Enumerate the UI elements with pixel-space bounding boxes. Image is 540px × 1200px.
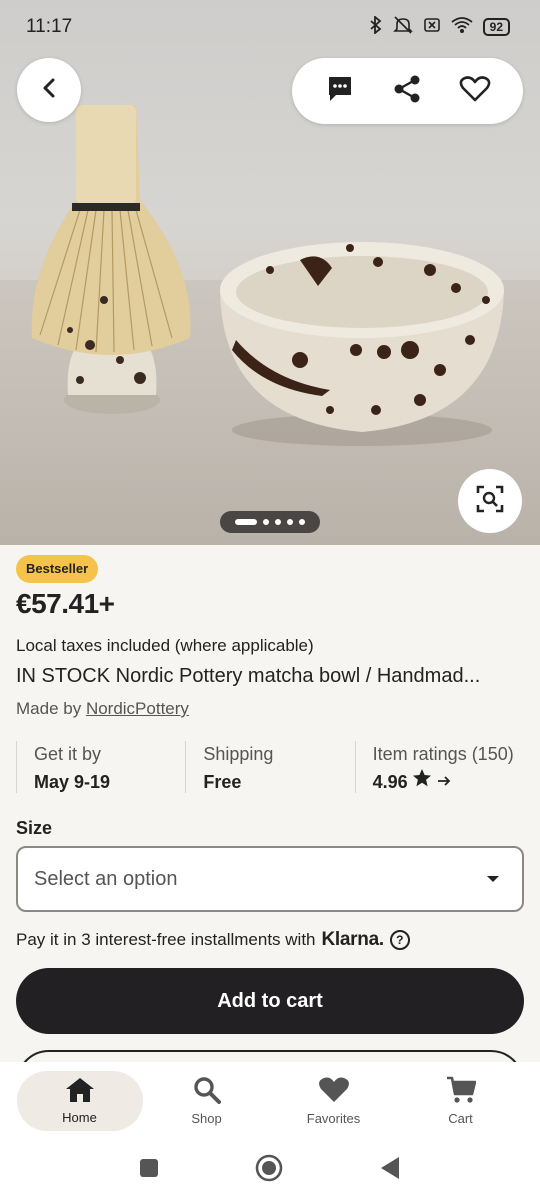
size-select-value: Select an option — [34, 867, 178, 890]
delivery-info: Get it by May 9-19 — [16, 741, 185, 793]
gallery-pagination — [220, 511, 320, 533]
ratings-info[interactable]: Item ratings (150) 4.96 — [354, 741, 524, 793]
sim-off-icon — [423, 16, 441, 38]
ratings-value: 4.96 — [372, 772, 408, 792]
arrow-right-icon — [436, 767, 452, 797]
pagination-dot-active — [235, 519, 257, 525]
taxes-note: Local taxes included (where applicable) — [16, 636, 314, 655]
search-icon — [193, 1076, 221, 1107]
wifi-icon — [451, 16, 473, 38]
bottom-navigation: Home Shop Favorites Cart — [0, 1062, 540, 1140]
nav-item-home[interactable]: Home — [16, 1071, 143, 1131]
info-icon[interactable]: ? — [389, 930, 410, 950]
heart-outline-icon — [459, 75, 491, 108]
message-button[interactable] — [318, 69, 362, 113]
nav-label-cart: Cart — [448, 1111, 473, 1126]
share-icon — [392, 74, 422, 109]
pagination-dot — [263, 519, 269, 525]
status-time: 11:17 — [26, 16, 73, 37]
nav-item-cart[interactable]: Cart — [398, 1071, 524, 1131]
home-system-button[interactable] — [255, 1154, 283, 1187]
size-label: Size — [16, 818, 53, 838]
product-price: €57.41+ — [16, 588, 115, 619]
favorite-button[interactable] — [453, 69, 497, 113]
delivery-label: Get it by — [34, 744, 102, 764]
battery-icon: 92 — [482, 18, 510, 36]
heart-icon — [318, 1076, 350, 1107]
star-icon — [412, 767, 432, 797]
share-button[interactable] — [385, 69, 429, 113]
bluetooth-icon — [369, 15, 383, 38]
delivery-value: May 9-19 — [34, 772, 111, 792]
pagination-dot — [275, 519, 281, 525]
image-actions — [292, 58, 523, 124]
product-title[interactable]: IN STOCK Nordic Pottery matcha bowl / Ha… — [16, 665, 522, 688]
listing-info-row: Get it by May 9-19 Shipping Free Item ra… — [16, 741, 524, 793]
back-system-button[interactable] — [379, 1156, 401, 1185]
listing-screen: 11:17 92 Bestseller €57.41+ Local taxes … — [0, 0, 540, 1200]
back-button[interactable] — [17, 58, 81, 122]
caret-down-icon — [486, 870, 500, 888]
pagination-dot — [299, 519, 305, 525]
shop-link[interactable]: NordicPottery — [86, 699, 189, 718]
shipping-info: Shipping Free — [185, 741, 354, 793]
size-select[interactable]: Select an option — [16, 846, 524, 912]
home-icon — [65, 1077, 95, 1106]
made-by-prefix: Made by — [16, 699, 86, 718]
visual-search-button[interactable] — [458, 469, 522, 533]
klarna-text: Pay it in 3 interest-free installments w… — [16, 930, 316, 949]
nav-label-favorites: Favorites — [306, 1111, 361, 1126]
nav-label-shop: Shop — [191, 1111, 222, 1126]
ratings-label: Item ratings (150) — [372, 744, 514, 764]
nav-label-home: Home — [62, 1110, 97, 1125]
ratings-value-row: 4.96 — [373, 767, 524, 797]
nav-item-favorites[interactable]: Favorites — [271, 1071, 397, 1131]
image-search-icon — [476, 485, 504, 518]
status-bar: 11:17 92 — [0, 0, 540, 54]
cart-icon — [446, 1076, 476, 1107]
status-icons: 92 — [369, 15, 510, 38]
made-by: Made by NordicPottery — [16, 699, 189, 719]
shipping-label: Shipping — [203, 744, 274, 764]
klarna-logo: Klarna. — [321, 929, 385, 950]
bestseller-badge: Bestseller — [16, 555, 99, 583]
recents-button[interactable] — [139, 1158, 159, 1183]
pagination-dot — [287, 519, 293, 525]
system-navigation-bar — [0, 1140, 540, 1200]
klarna-installments: Pay it in 3 interest-free installments w… — [16, 929, 410, 951]
shipping-value: Free — [203, 772, 242, 792]
nav-item-shop[interactable]: Shop — [144, 1071, 270, 1131]
message-icon — [327, 75, 353, 108]
mute-icon — [392, 16, 413, 38]
chevron-left-icon — [40, 77, 58, 104]
add-to-cart-button[interactable]: Add to cart — [16, 968, 524, 1034]
